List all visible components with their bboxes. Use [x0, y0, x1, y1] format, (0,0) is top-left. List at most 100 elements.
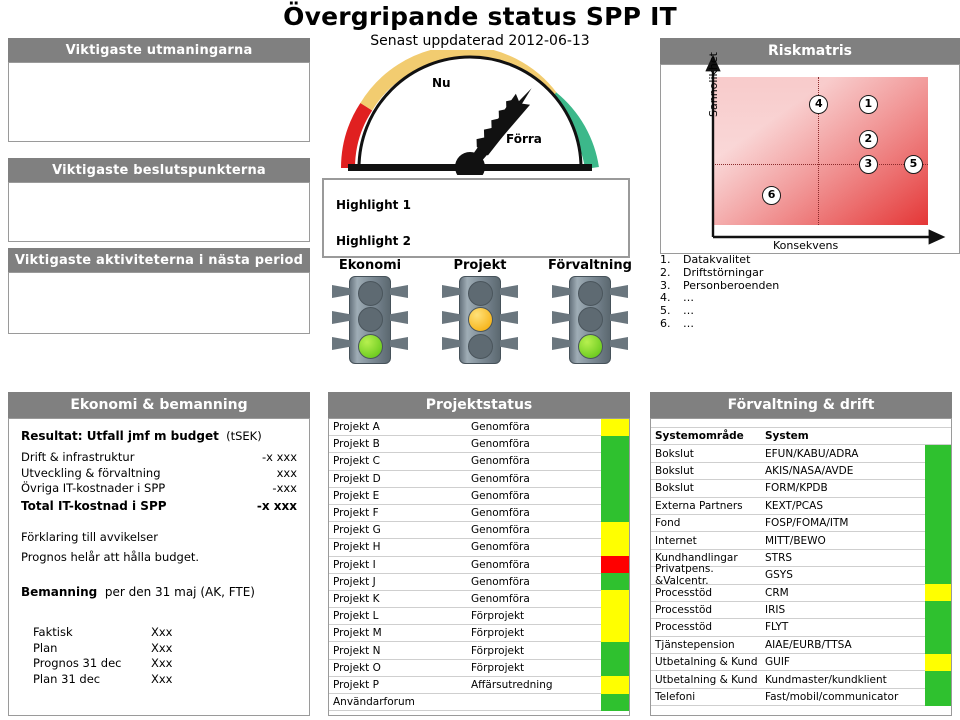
traffic-light-projekt[interactable]: Projekt	[430, 258, 530, 364]
table-row[interactable]: Projekt K Genomföra	[329, 590, 629, 609]
table-row[interactable]: Bokslut AKIS/NASA/AVDE	[651, 462, 951, 481]
economy-row-value: -x xxx	[261, 450, 297, 464]
system-status-flag	[925, 444, 951, 463]
project-name: Projekt L	[333, 610, 379, 623]
panel-header-challenges: Viktigaste utmaningarna	[8, 38, 310, 62]
table-row[interactable]: Bokslut EFUN/KABU/ADRA	[651, 444, 951, 463]
visor-icon	[500, 337, 518, 350]
management-table-spacer	[651, 419, 951, 428]
table-row[interactable]: Användarforum	[329, 693, 629, 712]
project-phase: Genomföra	[471, 541, 530, 554]
risk-legend-list: 1. 2. 3. 4. 5. 6. Datakvalitet Driftstör…	[660, 253, 960, 374]
visor-icon	[442, 285, 460, 298]
table-row[interactable]: Processtöd FLYT	[651, 618, 951, 637]
economy-row-value: -xxx	[272, 481, 297, 495]
system-status-flag	[925, 688, 951, 706]
table-row[interactable]: Processtöd IRIS	[651, 601, 951, 620]
project-phase: Affärsutredning	[471, 678, 553, 691]
system-name: FLYT	[765, 621, 789, 634]
panel-header-decision-points-label: Viktigaste beslutspunkterna	[52, 162, 266, 178]
table-row[interactable]: Bokslut FORM/KPDB	[651, 479, 951, 498]
table-row[interactable]: Utbetalning & Kund Kundmaster/kundklient	[651, 670, 951, 689]
economy-staffing-title: Bemanning	[21, 585, 98, 599]
panel-body-next-period-activities[interactable]	[8, 272, 310, 334]
project-status-flag	[601, 418, 629, 436]
economy-row: Utveckling & förvaltning xxx	[21, 466, 297, 482]
economy-panel: Resultat: Utfall jmf m budget (tSEK) Dri…	[8, 418, 310, 716]
project-phase: Förprojekt	[471, 610, 525, 623]
risk-point-2[interactable]: 2	[858, 130, 878, 150]
panel-header-economy-label: Ekonomi & bemanning	[70, 397, 248, 413]
system-area: Processtöd	[655, 586, 713, 599]
table-row[interactable]: Projekt F Genomföra	[329, 504, 629, 523]
risk-point-4[interactable]: 4	[809, 94, 829, 114]
staffing-row-label: Plan 31 dec	[33, 671, 101, 686]
risk-legend-text-1: Datakvalitet	[683, 253, 751, 266]
table-row[interactable]: Projekt P Affärsutredning	[329, 676, 629, 694]
visor-icon	[500, 311, 518, 324]
system-name: GSYS	[765, 569, 793, 582]
table-row[interactable]: Projekt M Förprojekt	[329, 624, 629, 643]
risk-point-3[interactable]: 3	[858, 155, 878, 175]
economy-row: Övriga IT-kostnader i SPP -xxx	[21, 481, 297, 497]
economy-result-unit: (tSEK)	[226, 429, 262, 443]
table-row[interactable]: Projekt O Förprojekt	[329, 659, 629, 677]
system-status-flag	[925, 601, 951, 619]
system-name: FOSP/FOMA/ITM	[765, 517, 849, 530]
visor-icon	[332, 337, 350, 350]
project-phase: Förprojekt	[471, 644, 525, 657]
table-row[interactable]: Fond FOSP/FOMA/ITM	[651, 514, 951, 533]
visor-icon	[610, 337, 628, 350]
system-status-flag	[925, 670, 951, 689]
table-row[interactable]: Projekt H Genomföra	[329, 538, 629, 557]
panel-header-projectstatus: Projektstatus	[328, 392, 630, 418]
table-row[interactable]: Privatpens. &Valcentr. GSYS	[651, 563, 951, 587]
system-status-flag	[925, 636, 951, 654]
system-name: AIAE/EURB/TTSA	[765, 638, 852, 651]
project-name: Projekt M	[333, 627, 382, 640]
table-row[interactable]: Projekt D Genomföra	[329, 470, 629, 488]
table-row[interactable]: Utbetalning & Kund GUIF	[651, 653, 951, 672]
table-row[interactable]: Projekt I Genomföra	[329, 556, 629, 574]
highlights-box[interactable]: Highlight 1 Highlight 2	[322, 178, 630, 258]
table-row[interactable]: Projekt L Förprojekt	[329, 607, 629, 626]
traffic-light-ekonomi[interactable]: Ekonomi	[320, 258, 420, 364]
visor-icon	[610, 311, 628, 324]
table-row[interactable]: Projekt B Genomföra	[329, 435, 629, 454]
risk-point-1[interactable]: 1	[858, 94, 878, 114]
project-status-flag	[601, 590, 629, 608]
table-row[interactable]: Projekt J Genomföra	[329, 573, 629, 591]
lamp-red	[357, 280, 383, 306]
project-status-flag	[601, 607, 629, 625]
table-row[interactable]: Tjänstepension AIAE/EURB/TTSA	[651, 636, 951, 655]
panel-header-challenges-label: Viktigaste utmaningarna	[65, 42, 253, 58]
staffing-row-value: Xxx	[151, 625, 173, 639]
table-row[interactable]: Externa Partners KEXT/PCAS	[651, 497, 951, 515]
table-row[interactable]: Processtöd CRM	[651, 584, 951, 602]
system-status-flag	[925, 566, 951, 585]
project-name: Projekt J	[333, 575, 376, 588]
system-area: Bokslut	[655, 482, 694, 495]
table-row[interactable]: Projekt A Genomföra	[329, 418, 629, 437]
table-row[interactable]: Telefoni Fast/mobil/communicator	[651, 688, 951, 707]
system-status-flag	[925, 653, 951, 671]
project-status-flag	[601, 641, 629, 660]
project-name: Projekt K	[333, 592, 380, 605]
panel-header-riskmatrix: Riskmatris	[660, 38, 960, 64]
project-phase: Genomföra	[471, 489, 530, 502]
last-updated-subtitle: Senast uppdaterad 2012-06-13	[370, 33, 590, 49]
traffic-light-forvaltning-housing	[552, 276, 611, 364]
project-phase: Genomföra	[471, 472, 530, 485]
panel-body-decision-points[interactable]	[8, 182, 310, 242]
system-area: Fond	[655, 517, 681, 530]
risk-legend-text-4: …	[683, 291, 694, 305]
table-row[interactable]: Projekt N Förprojekt	[329, 641, 629, 660]
traffic-light-forvaltning[interactable]: Förvaltning	[540, 258, 640, 364]
staffing-row: Faktisk Xxx	[33, 625, 297, 641]
table-row[interactable]: Projekt G Genomföra	[329, 521, 629, 540]
panel-body-challenges[interactable]	[8, 62, 310, 142]
gauge-label-now: Nu	[432, 76, 451, 90]
table-row[interactable]: Internet MITT/BEWO	[651, 531, 951, 550]
table-row[interactable]: Projekt E Genomföra	[329, 487, 629, 505]
table-row[interactable]: Projekt C Genomföra	[329, 452, 629, 471]
